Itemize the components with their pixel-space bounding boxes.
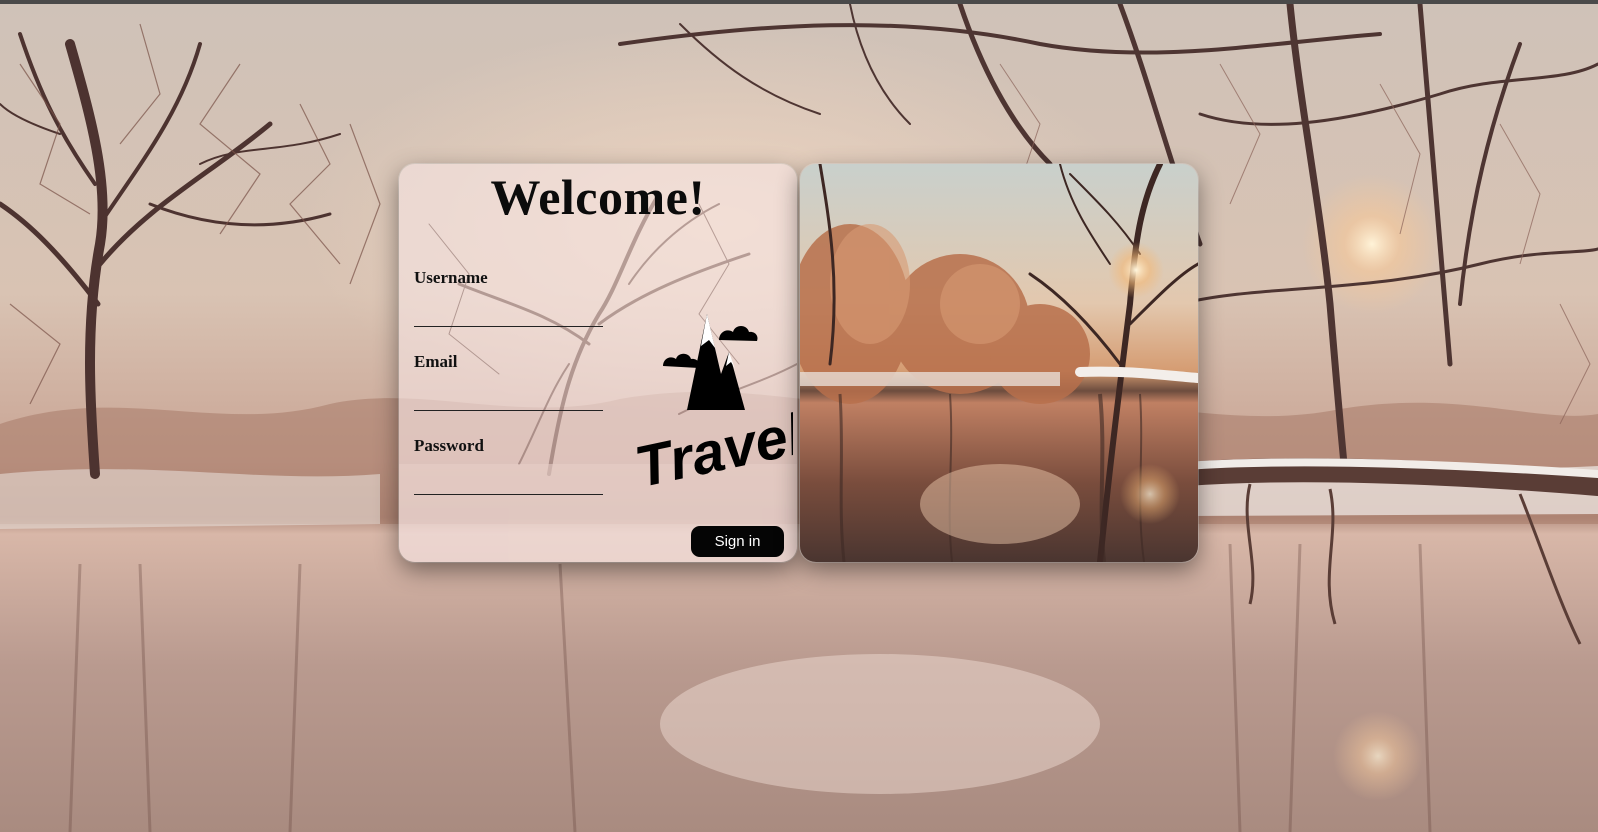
email-input[interactable] <box>414 384 603 411</box>
mountain-clouds-icon <box>663 314 758 410</box>
scenic-photo-card <box>800 164 1198 562</box>
login-card: Welcome! Username Email Password Travel … <box>399 164 797 562</box>
username-label: Username <box>414 268 488 287</box>
username-input[interactable] <box>414 300 603 327</box>
password-label: Password <box>414 436 484 455</box>
river-photo <box>800 164 1198 562</box>
travel-logo: Travel <box>631 314 793 489</box>
welcome-heading: Welcome! <box>490 169 706 225</box>
sign-in-button[interactable]: Sign in <box>691 526 784 557</box>
email-label: Email <box>414 352 458 371</box>
travel-logo-text: Travel <box>631 401 793 489</box>
password-input[interactable] <box>414 468 603 495</box>
background-image <box>0 4 1598 832</box>
